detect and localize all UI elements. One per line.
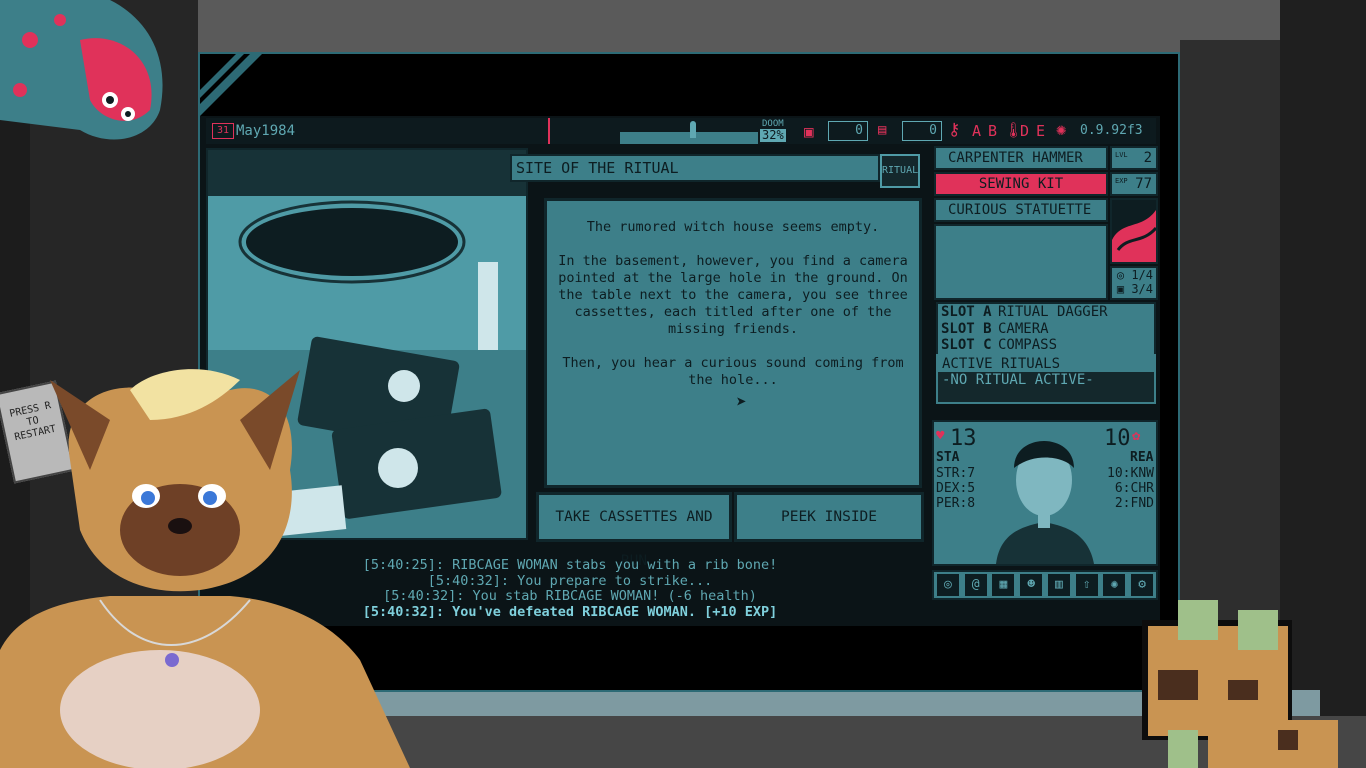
rituals-header: ACTIVE RITUALS — [938, 356, 1154, 372]
key-icon: ⚷ — [948, 120, 961, 140]
item-sewing-kit[interactable]: SEWING KIT — [934, 172, 1108, 196]
slot-c[interactable]: SLOT C COMPASS — [938, 337, 1154, 354]
level-up-menu-icon[interactable]: ⇧ — [1075, 574, 1098, 596]
stat-chr: 6:CHR — [1114, 481, 1154, 496]
stamina-value: 13 — [950, 426, 977, 451]
count-two: 3/4 — [1131, 282, 1153, 296]
doom-landscape-icon — [550, 118, 758, 144]
calendar-icon: 31 — [212, 123, 234, 139]
monitor-corner-stripes — [200, 54, 262, 116]
slot-b-key: SLOT B — [941, 320, 992, 337]
top-bar: 31 May1984 DOOM 32% ▣ 0 ▤ 0 ⚷ A B 🌡︎ D E… — [206, 118, 1156, 144]
date-label: May1984 — [236, 123, 296, 139]
creature-art-icon — [1112, 210, 1156, 262]
stat-knw: 10:KNW — [1107, 466, 1154, 481]
stat-dex: DEX:5 — [936, 481, 976, 496]
spiral-menu-icon[interactable]: ◎ — [936, 574, 959, 596]
menu-icon-bar: ◎ @ ▦ ☻ ▥ ⇧ ✺ ⚙ — [932, 570, 1158, 600]
count-one: 1/4 — [1131, 268, 1153, 282]
slot-a[interactable]: SLOT A RITUAL DAGGER — [938, 304, 1154, 321]
exp-value: 77 — [1135, 176, 1152, 192]
exp-box: EXP 77 — [1110, 172, 1158, 196]
letter-e: E — [1036, 122, 1046, 140]
frame-top — [140, 0, 1280, 52]
swirl-menu-icon[interactable]: @ — [964, 574, 987, 596]
slot-a-value: RITUAL DAGGER — [998, 304, 1108, 320]
level-value: 2 — [1143, 150, 1152, 166]
frame-right — [1180, 40, 1280, 680]
doom-value: 32% — [760, 128, 786, 142]
slot-c-value: COMPASS — [998, 337, 1058, 353]
spiral-icon: ◎ — [1116, 268, 1125, 282]
creature-menu-icon[interactable]: ✺ — [1103, 574, 1126, 596]
slot-c-key: SLOT C — [941, 337, 992, 353]
letter-a: A — [972, 122, 982, 140]
exp-label: EXP — [1115, 177, 1128, 185]
counter-two: 0 — [902, 121, 942, 141]
gift-icon: ▣ — [804, 122, 814, 141]
slot-a-key: SLOT A — [941, 304, 992, 320]
slot-b[interactable]: SLOT B CAMERA — [938, 321, 1154, 338]
letter-b: B — [988, 122, 998, 140]
image-menu-icon[interactable]: ▦ — [992, 574, 1015, 596]
slot-b-value: CAMERA — [998, 320, 1049, 337]
creature-overlay-icon — [0, 0, 163, 140]
chart-menu-icon[interactable]: ▥ — [1047, 574, 1070, 596]
take-cassettes-button[interactable]: TAKE CASSETTES AND RUN — [536, 492, 732, 569]
equipment-slots: SLOT A RITUAL DAGGER SLOT B CAMERA SLOT C C… — [936, 302, 1156, 358]
stat-str: STR:7 — [936, 466, 976, 481]
rituals-value: -NO RITUAL ACTIVE- — [942, 372, 1094, 388]
location-icon: RITUAL — [880, 154, 920, 188]
peek-inside-button[interactable]: PEEK INSIDE — [734, 492, 924, 542]
reason-label: REA — [1130, 450, 1154, 465]
doom-track — [548, 118, 758, 144]
film-icon: ▤ — [878, 122, 887, 138]
location-title: SITE OF THE RITUAL — [510, 154, 880, 182]
stat-fnd: 2:FND — [1114, 496, 1154, 511]
story-text-box: The rumored witch house seems empty. In … — [544, 198, 922, 488]
story-paragraph: Then, you hear a curious sound coming fr… — [562, 355, 904, 388]
creature-thumbnail — [1110, 198, 1158, 264]
story-paragraph: In the basement, however, you find a cam… — [558, 253, 908, 337]
version-label: 0.9.92f3 — [1080, 123, 1143, 138]
stat-per: PER:8 — [936, 496, 976, 511]
stats-right: 10:KNW 6:CHR 2:FND — [1107, 466, 1154, 511]
stats-left: STR:7 DEX:5 PER:8 — [936, 466, 975, 511]
count-box: ◎ 1/4 ▣ 3/4 — [1110, 266, 1158, 300]
letter-d: D — [1020, 122, 1030, 140]
counter-one: 0 — [828, 121, 868, 141]
brain-icon: ✿ — [1132, 428, 1141, 444]
pixel-hyena-sprite — [1142, 600, 1338, 768]
octopus-icon: ✺ — [1056, 120, 1067, 140]
heart-icon: ♥ — [936, 428, 945, 444]
item-carpenter-hammer[interactable]: CARPENTER HAMMER — [934, 146, 1108, 170]
level-label: LVL — [1115, 151, 1128, 159]
mouse-cursor-icon: ➤ — [736, 392, 747, 413]
item-curious-statuette[interactable]: CURIOUS STATUETTE — [934, 198, 1108, 222]
character-portrait-panel: ♥ 13 STA 10 ✿ REA STR:7 DEX:5 PER:8 10:K… — [932, 420, 1158, 566]
reason-value: 10 — [1104, 426, 1131, 451]
empty-item-slot[interactable] — [934, 224, 1108, 300]
stamina-label: STA — [936, 450, 960, 465]
level-box: LVL 2 — [1110, 146, 1158, 170]
story-paragraph: The rumored witch house seems empty. — [586, 219, 880, 235]
bag-icon: ▣ — [1116, 282, 1125, 296]
people-menu-icon[interactable]: ☻ — [1020, 574, 1043, 596]
hyena-avatar — [0, 369, 410, 768]
active-rituals-panel: ACTIVE RITUALS -NO RITUAL ACTIVE- — [936, 354, 1156, 404]
